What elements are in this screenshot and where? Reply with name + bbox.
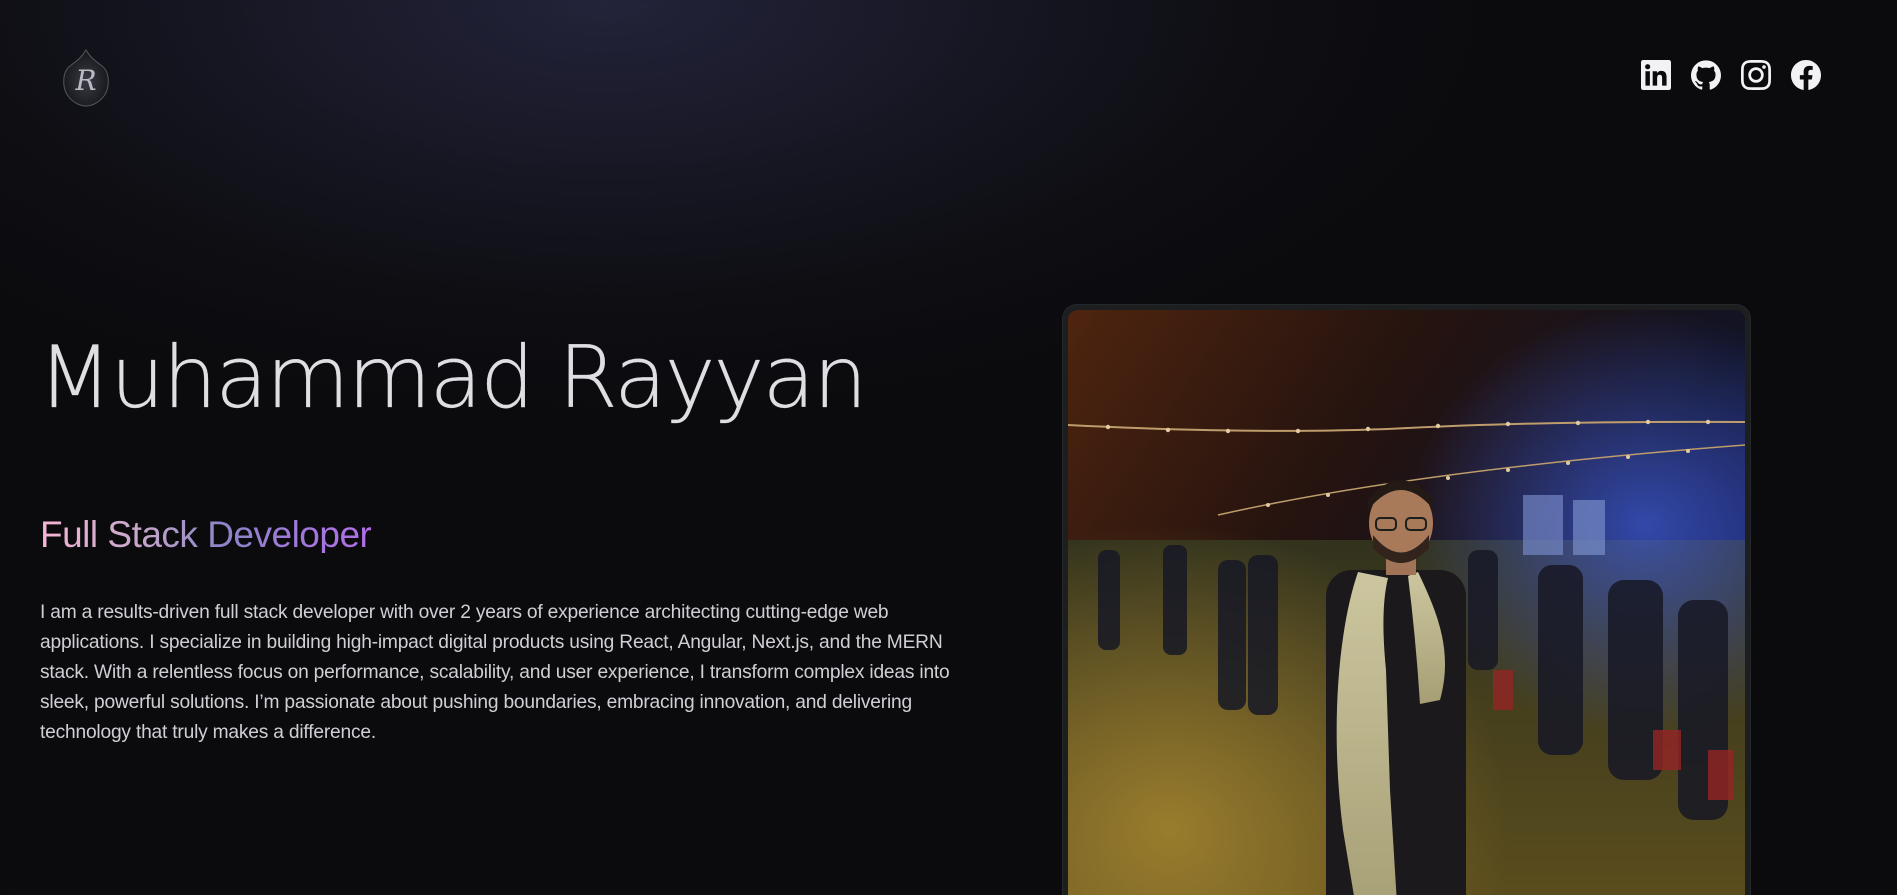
facebook-link[interactable]: [1791, 60, 1821, 90]
instagram-link[interactable]: [1741, 60, 1771, 90]
social-links: [1641, 60, 1821, 90]
instagram-icon: [1741, 60, 1771, 90]
github-link[interactable]: [1691, 60, 1721, 90]
hero-bio: I am a results-driven full stack develop…: [40, 602, 950, 743]
logo-letter: R: [74, 64, 96, 97]
linkedin-link[interactable]: [1641, 60, 1671, 90]
profile-photo-frame: [1063, 305, 1750, 895]
linkedin-icon: [1641, 60, 1671, 90]
github-icon: [1691, 60, 1721, 90]
logo[interactable]: R: [60, 48, 112, 108]
profile-photo: [1068, 310, 1745, 895]
facebook-icon: [1791, 60, 1821, 90]
hero-role: Full Stack Developer: [40, 514, 372, 555]
hero-name: Muhammad Rayyan: [38, 328, 868, 428]
logo-emblem-icon: R: [63, 48, 109, 107]
